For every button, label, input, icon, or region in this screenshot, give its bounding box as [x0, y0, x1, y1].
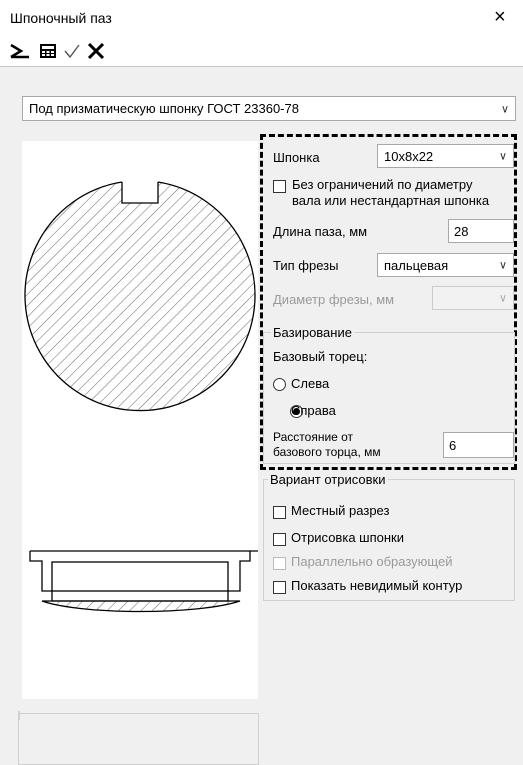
hidden-contour-label: Показать невидимый контур — [291, 578, 463, 593]
close-icon[interactable]: × — [494, 6, 506, 29]
cancel-icon[interactable] — [84, 40, 108, 62]
chevron-down-icon: ∨ — [500, 103, 509, 115]
draw-key-label: Отрисовка шпонки — [291, 530, 404, 545]
no-limit-label-2: вала или нестандартная шпонка — [292, 193, 490, 208]
slot-type-select[interactable]: Под призматическую шпонку ГОСТ 23360-78 … — [22, 96, 516, 121]
local-section-checkbox[interactable] — [273, 506, 286, 519]
rotation-group — [18, 713, 259, 765]
no-limit-label-1: Без ограничений по диаметру — [292, 177, 473, 192]
spacer-50 — [18, 712, 20, 714]
check-icon[interactable] — [60, 40, 84, 62]
key-size-select[interactable]: 10x8x22 ∨ — [377, 144, 514, 168]
arrow-icon[interactable] — [8, 40, 32, 62]
chevron-down-icon: ∨ — [498, 150, 507, 163]
base-left-radio[interactable] — [273, 378, 286, 391]
length-label: Длина паза, мм — [273, 224, 368, 239]
distance-label-2: базового торца, мм — [273, 445, 381, 459]
local-section-label: Местный разрез — [291, 503, 390, 518]
chevron-down-icon: ∨ — [498, 259, 507, 272]
no-limit-checkbox[interactable] — [273, 180, 286, 193]
cutter-type-label: Тип фрезы — [273, 258, 339, 273]
base-left-label: Слева — [291, 376, 330, 391]
key-label: Шпонка — [273, 150, 320, 165]
hidden-contour-checkbox[interactable] — [273, 581, 286, 594]
base-face-label: Базовый торец: — [273, 349, 368, 364]
key-size-value: 10x8x22 — [384, 148, 434, 164]
length-input[interactable]: 28 — [448, 219, 514, 243]
length-value: 28 — [454, 223, 469, 239]
preview-panel — [22, 141, 258, 699]
draw-key-checkbox[interactable] — [273, 533, 286, 546]
base-right-label: Справа — [291, 403, 336, 418]
chevron-down-icon: ∨ — [498, 292, 507, 305]
distance-input[interactable]: 6 — [443, 432, 514, 458]
parallel-checkbox[interactable] — [273, 557, 286, 570]
slot-type-value: Под призматическую шпонку ГОСТ 23360-78 — [29, 101, 299, 116]
calculator-icon[interactable] — [36, 40, 60, 62]
distance-label-1: Расстояние от — [273, 430, 354, 444]
cutter-diameter-select[interactable]: ∨ — [432, 286, 514, 310]
distance-value: 6 — [449, 437, 457, 453]
window-title: Шпоночный паз — [10, 10, 112, 26]
base-group-label: Базирование — [271, 325, 354, 340]
shaft-drawing — [24, 180, 258, 613]
render-group-label: Вариант отрисовки — [268, 472, 388, 487]
cutter-type-value: пальцевая — [384, 257, 449, 273]
cutter-type-select[interactable]: пальцевая ∨ — [377, 253, 514, 277]
cutter-diameter-label: Диаметр фрезы, мм — [273, 292, 395, 307]
parallel-label: Параллельно образующей — [291, 554, 453, 569]
